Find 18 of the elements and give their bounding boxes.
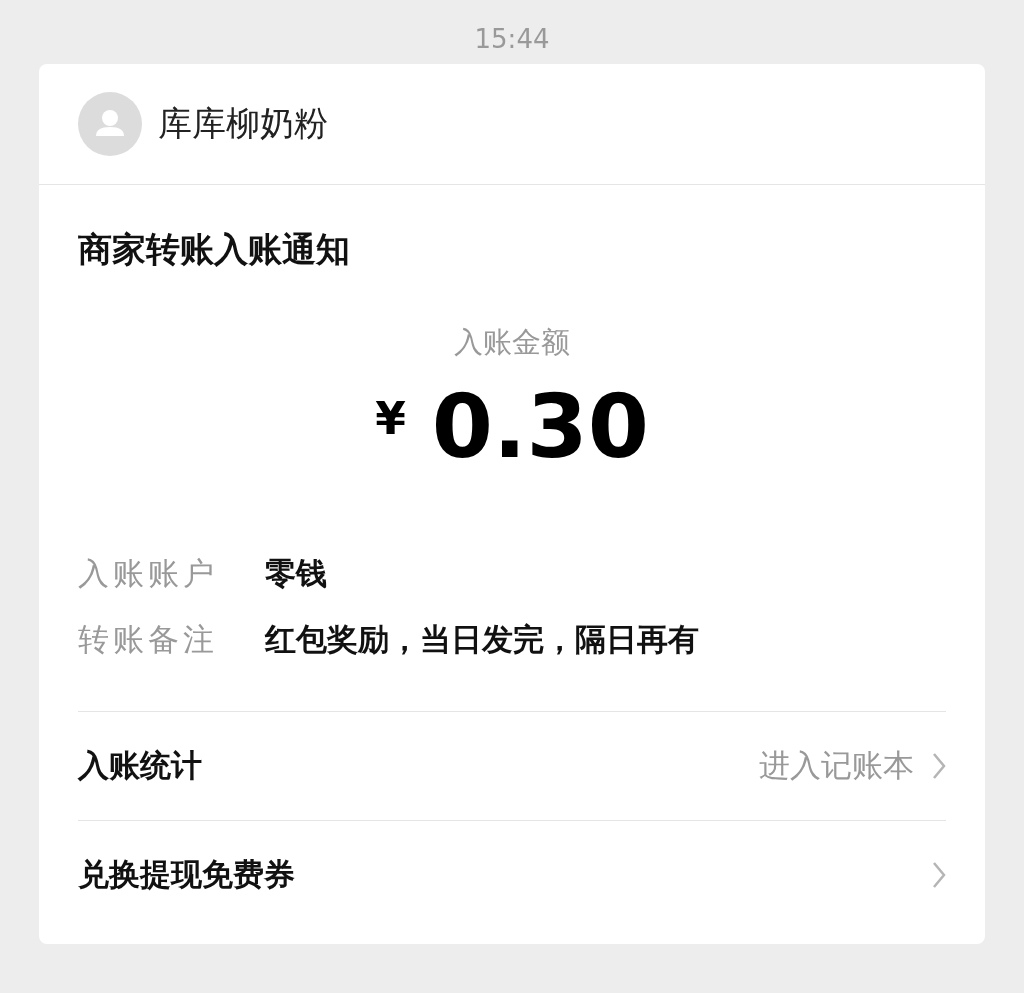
avatar-icon[interactable] — [78, 92, 142, 156]
amount-label: 入账金额 — [453, 325, 571, 360]
link-row[interactable]: 入账统计 进入记账本 — [78, 712, 946, 820]
message-time: 15:44 — [473, 23, 551, 56]
currency-symbol: ¥ — [375, 393, 406, 444]
notification-title: 商家转账入账通知 — [78, 230, 351, 270]
sender-name[interactable]: 库库柳奶粉 — [158, 101, 328, 147]
link-action: 进入记账本 — [759, 747, 914, 785]
amount-value: 0.30 — [431, 383, 649, 471]
detail-label: 入账账户 — [78, 555, 219, 593]
link-row[interactable]: 兑换提现免费券 — [78, 820, 946, 929]
detail-value: 红包奖励，当日发完，隔日再有 — [265, 621, 699, 659]
link-label: 入账统计 — [78, 747, 202, 785]
chevron-icon — [932, 752, 946, 780]
link-label: 兑换提现免费券 — [78, 856, 295, 894]
detail-label: 转账备注 — [78, 621, 219, 659]
detail-value: 零钱 — [265, 555, 327, 593]
chevron-icon — [932, 861, 946, 889]
